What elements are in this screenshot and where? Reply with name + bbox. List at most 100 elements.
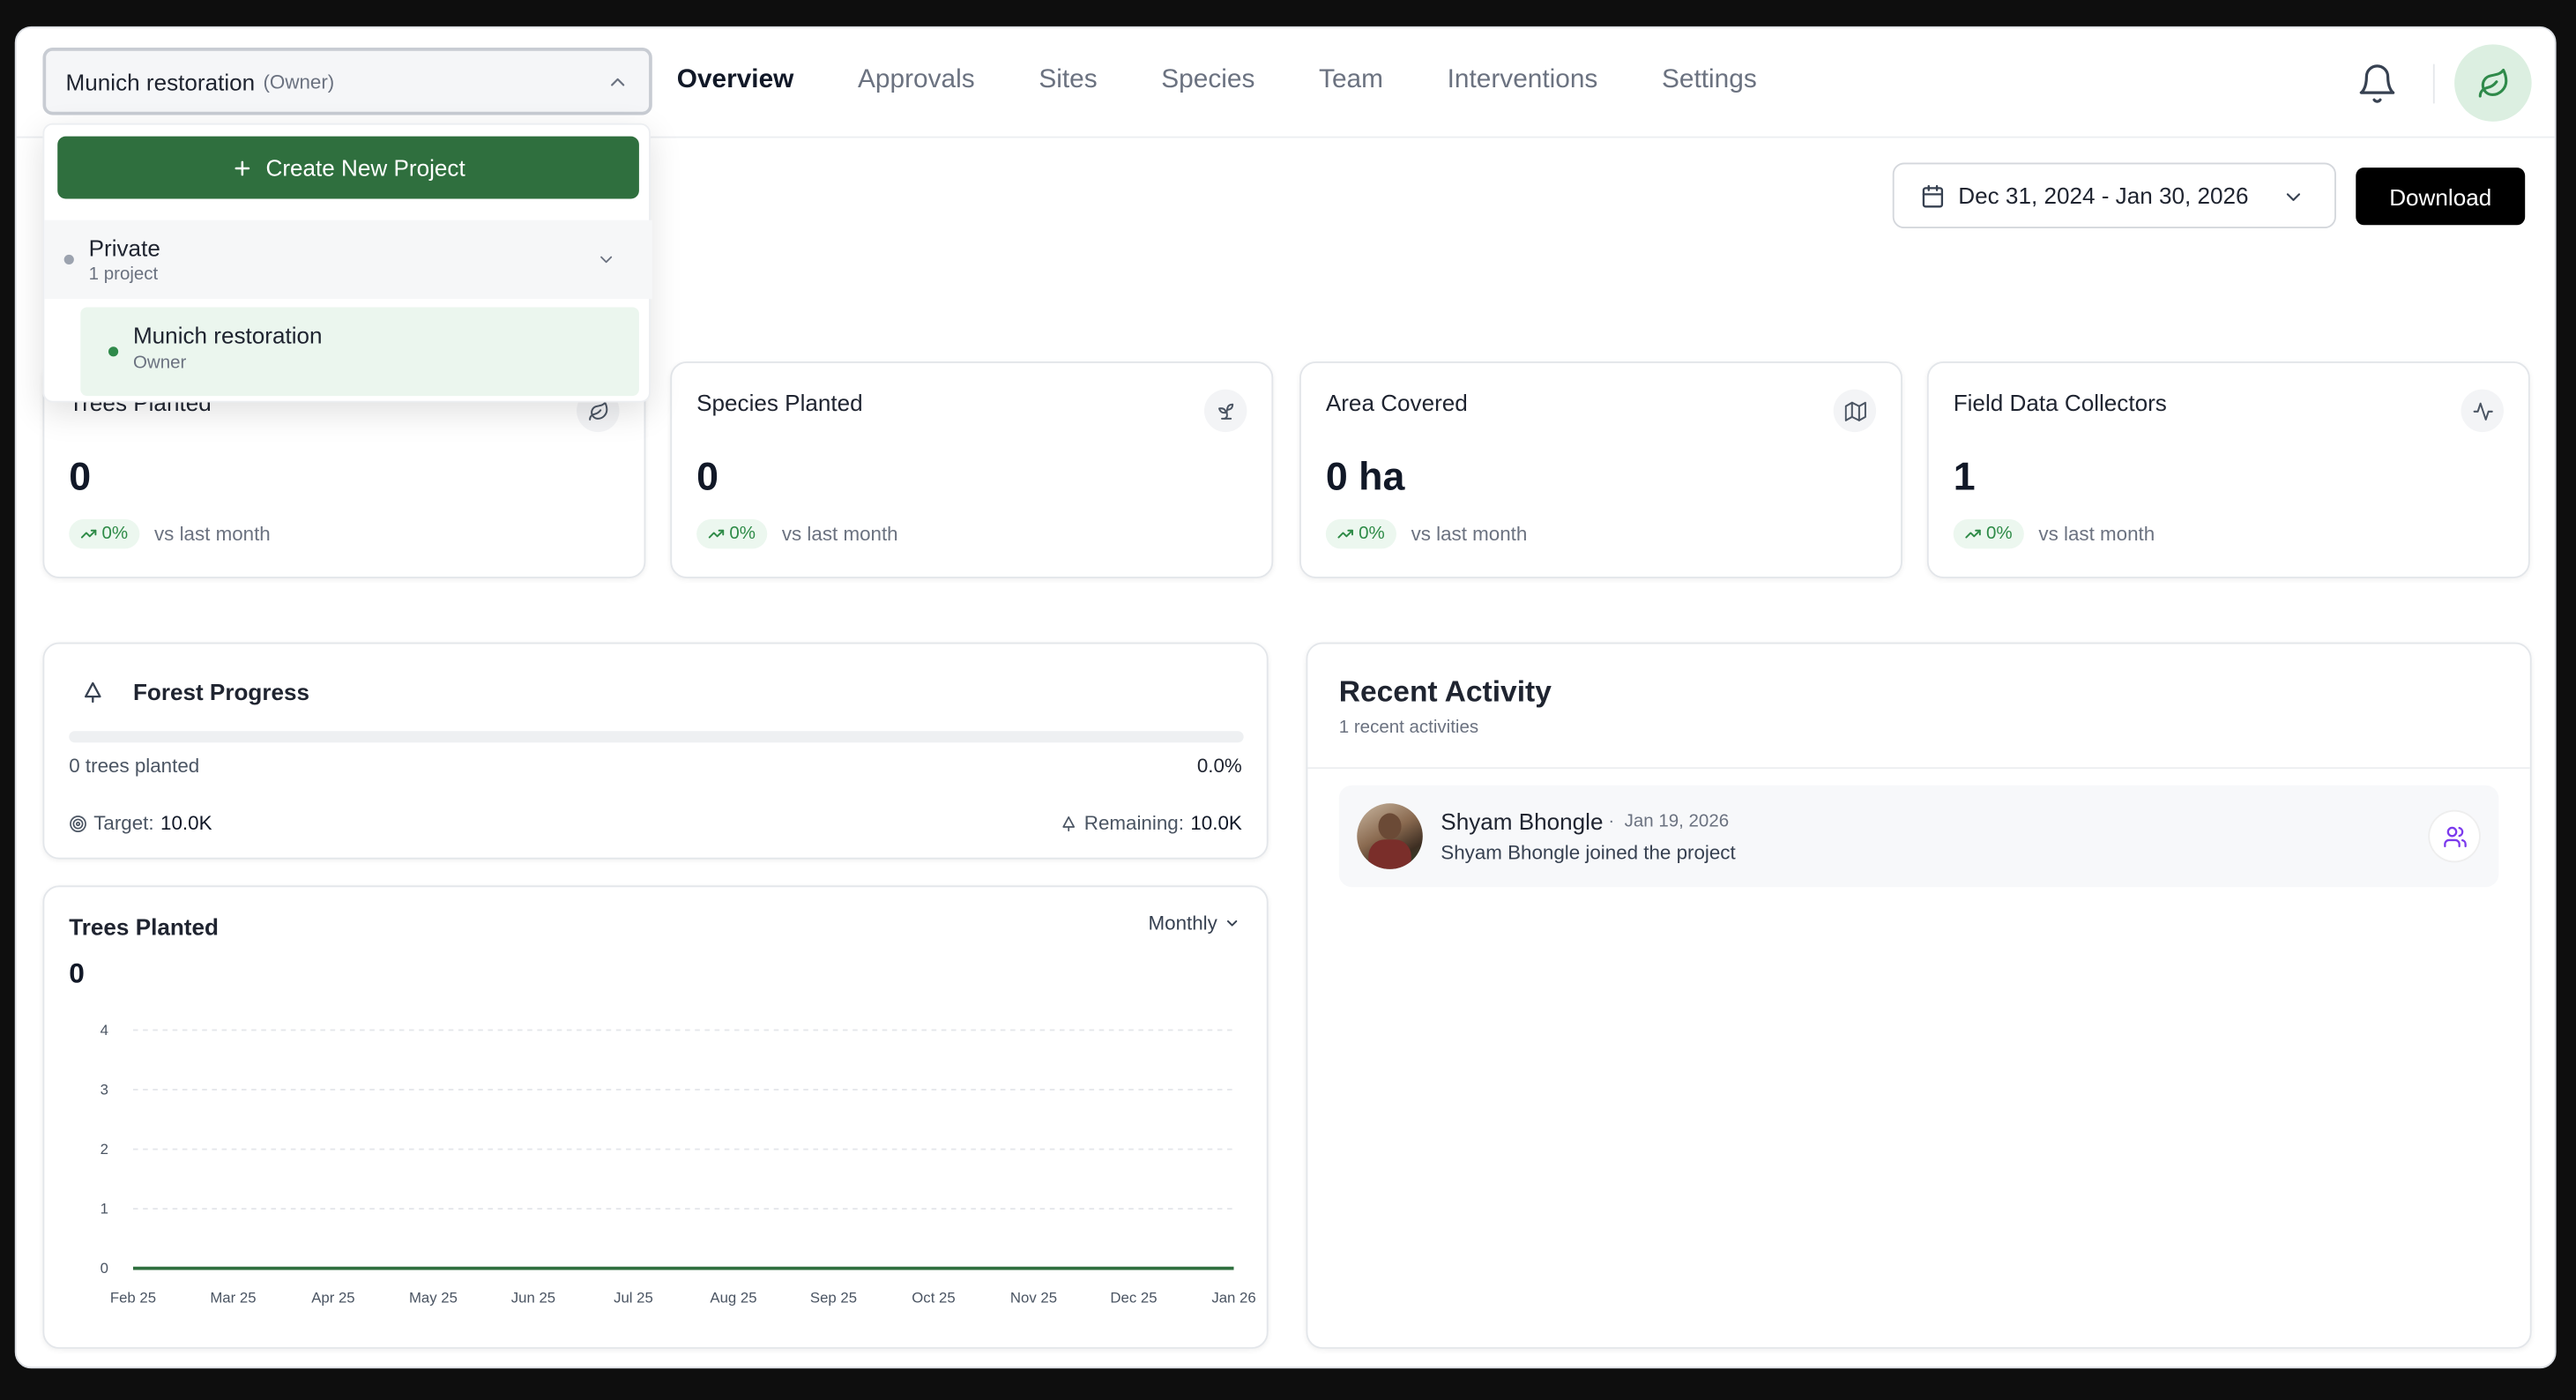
map-icon [1843,400,1866,421]
trend-pill: 0% [696,518,768,549]
tab-sites[interactable]: Sites [1039,66,1097,96]
trees-planted-chart: 0 1 2 3 4 Feb 25 Mar 25 Apr 25 May 25 Jun 25 Jul 2… [101,1022,1256,1307]
activity-date-value: Jan 19, 2026 [1624,811,1730,831]
create-new-project-label: Create New Project [265,154,465,181]
activity-description: Shyam Bhongle joined the project [1441,841,1736,865]
project-selector[interactable]: Munich restoration (Owner) [42,48,652,115]
trending-up-icon [1337,529,1353,539]
trend-label: vs last month [153,522,271,546]
trend-pill: 0% [69,518,140,549]
recent-activity-subtitle: 1 recent activities [1338,718,1479,738]
progress-percent: 0.0% [1196,754,1242,778]
leaf-icon [2477,68,2507,97]
trees-planted-label: 0 trees planted [69,754,200,778]
tab-species[interactable]: Species [1161,66,1254,96]
screen: Munich restoration (Owner) Overview Appr… [0,0,2576,1400]
activity-user-name: Shyam Bhongle [1441,808,1604,835]
activity-item[interactable]: Shyam Bhongle · Jan 19, 2026 Shyam Bhong… [1338,785,2499,888]
x-tick-label: Aug 25 [710,1290,756,1307]
stat-value: 0 [69,455,92,500]
stat-icon-wrap [1203,389,1247,433]
group-count: 1 project [88,264,159,285]
stat-title: Area Covered [1325,389,1468,416]
trend-value: 0% [729,524,756,544]
y-tick-label: 2 [101,1141,108,1158]
stat-icon-wrap [1833,389,1877,433]
stat-card-species-planted: Species Planted 0 0% vs last month [670,361,1274,578]
date-range-picker[interactable]: Dec 31, 2024 - Jan 30, 2026 [1892,162,2336,229]
recent-activity-card: Recent Activity 1 recent activities Shya… [1306,642,2532,1349]
stat-icon-wrap [2461,389,2504,433]
y-tick-label: 0 [101,1260,108,1277]
group-dot [63,254,74,265]
tab-interventions[interactable]: Interventions [1448,66,1598,96]
trending-up-icon [80,529,97,539]
project-dropdown-menu: Create New Project Private 1 project Mun… [42,123,652,403]
remaining-row: Remaining: 10.0K [1060,812,1242,835]
users-icon [2443,825,2466,847]
header-divider [2432,63,2435,104]
stat-value: 0 [696,455,719,500]
stat-trend: 0% vs last month [69,518,271,549]
x-tick-label: Jul 25 [614,1290,653,1307]
activity-icon [2472,401,2492,420]
project-item-role: Owner [132,353,187,374]
stat-trend: 0% vs last month [1325,518,1528,549]
project-item-name: Munich restoration [132,322,323,349]
plus-icon [235,160,249,175]
create-new-project-button[interactable]: Create New Project [57,136,639,199]
main-nav: Overview Approvals Sites Species Team In… [677,66,1821,96]
forest-progress-card: Forest Progress 0 trees planted 0.0% Tar… [42,642,1269,860]
chevron-down-icon [600,256,613,264]
project-group-private[interactable]: Private 1 project [44,220,652,300]
tree-pine-icon [1062,815,1075,831]
avatar [1357,803,1423,869]
avatar-head [1378,813,1402,840]
trend-value: 0% [101,524,129,544]
stat-card-field-data-collectors: Field Data Collectors 1 0% vs last month [1926,361,2530,578]
avatar-body [1368,839,1411,869]
target-value: 10.0K [160,811,212,835]
forest-progress-bar [69,731,1244,743]
target-row: Target: 10.0K [69,812,212,835]
calendar-icon [1922,183,1944,207]
project-selector-name: Munich restoration [65,68,256,95]
activity-type-badge [2430,811,2480,861]
x-tick-label: Oct 25 [912,1290,955,1307]
x-tick-label: Mar 25 [210,1290,256,1307]
trend-value: 0% [1985,524,2013,544]
activity-date: · Jan 19, 2026 [1608,812,1729,831]
x-tick-label: Sep 25 [810,1290,857,1307]
date-range-text: Dec 31, 2024 - Jan 30, 2026 [1958,182,2249,209]
tab-team[interactable]: Team [1319,66,1383,96]
project-dot [108,346,119,357]
trees-planted-chart-card: Trees Planted 0 Monthly 0 1 2 3 4 Feb 25 Mar 2… [42,885,1269,1349]
x-tick-label: Feb 25 [110,1290,156,1307]
remaining-value: 10.0K [1190,811,1242,835]
chevron-down-icon [2286,193,2301,201]
recent-activity-title: Recent Activity [1338,674,1552,709]
tab-overview[interactable]: Overview [677,66,794,96]
user-avatar-button[interactable] [2454,44,2532,122]
activity-date-dot: · [1608,811,1625,831]
x-tick-label: Nov 25 [1010,1290,1057,1307]
sprout-icon [1217,402,1233,419]
stat-title: Field Data Collectors [1953,389,2167,416]
y-tick-label: 4 [101,1022,108,1039]
project-item-munich-restoration[interactable]: Munich restoration Owner [80,307,639,397]
stat-trend: 0% vs last month [1953,518,2155,549]
tab-approvals[interactable]: Approvals [858,66,975,96]
y-tick-label: 3 [101,1082,108,1098]
target-icon [70,815,86,832]
trending-up-icon [708,529,725,539]
stat-value: 1 [1953,455,1976,500]
trend-label: vs last month [1411,522,1528,546]
x-tick-label: Apr 25 [311,1290,354,1307]
bell-icon[interactable] [2356,63,2398,105]
tab-settings[interactable]: Settings [1662,66,1757,96]
trend-pill: 0% [1953,518,2024,549]
remaining-label: Remaining: [1083,811,1184,835]
x-tick-label: Jan 26 [1211,1290,1255,1307]
app-window: Munich restoration (Owner) Overview Appr… [14,26,2557,1369]
download-button[interactable]: Download [2356,168,2526,226]
